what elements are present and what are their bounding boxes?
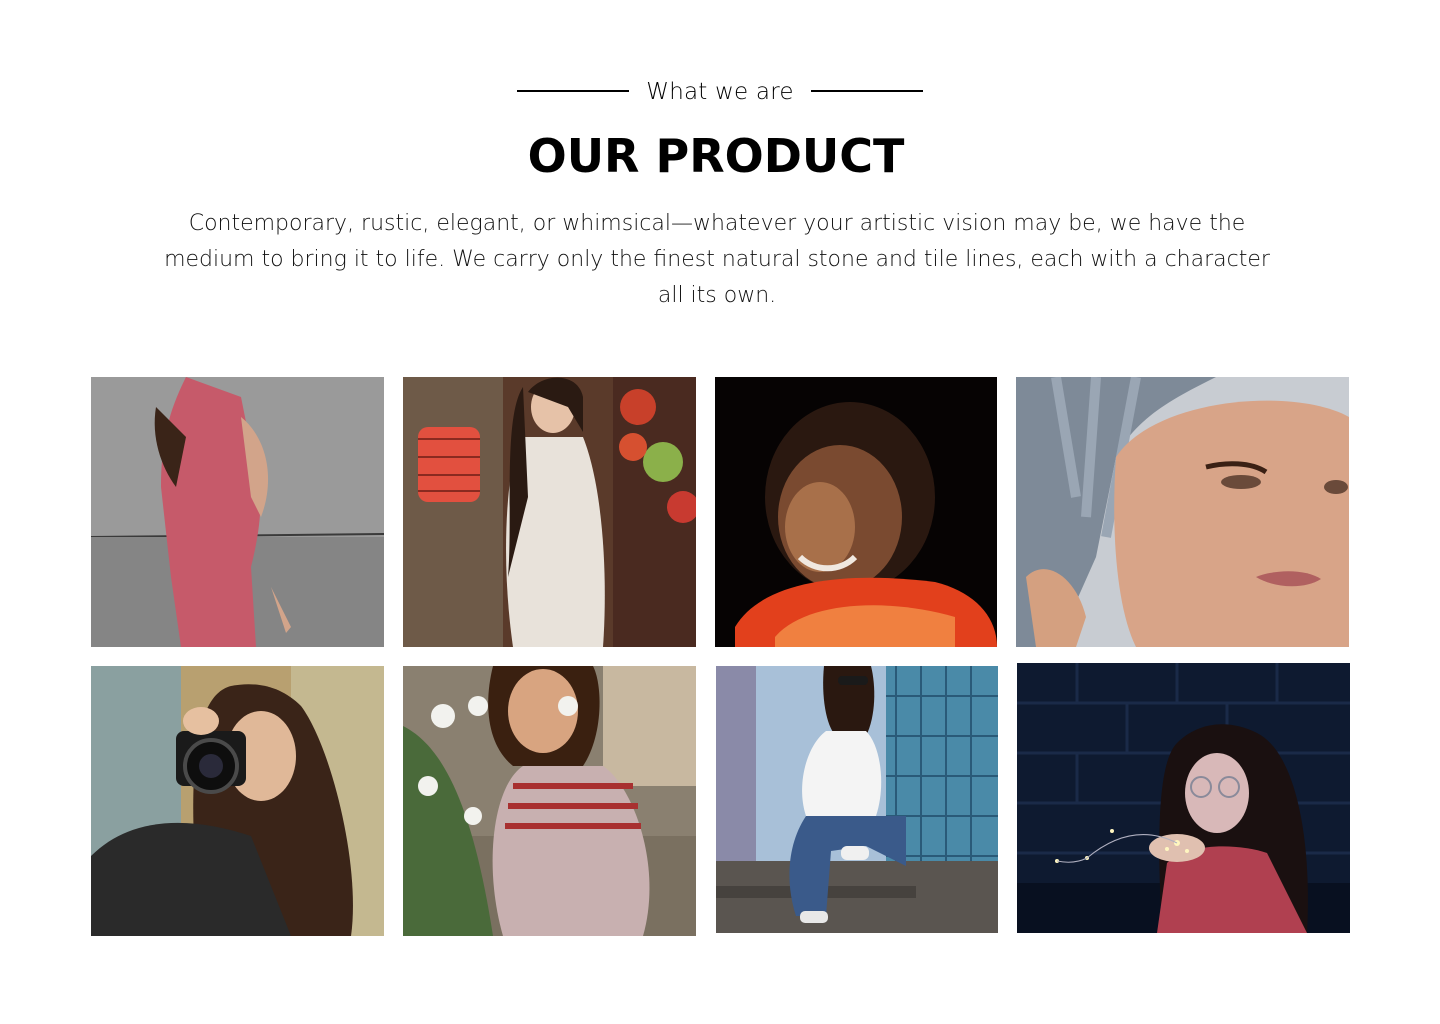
gallery-photo-pink-dress[interactable] xyxy=(91,377,384,647)
gallery-photo-paper-lantern[interactable] xyxy=(403,377,696,647)
product-section: What we are OUR PRODUCT Contemporary, ru… xyxy=(0,0,1440,1024)
photo-image xyxy=(715,377,997,647)
gallery-photo-stairs[interactable] xyxy=(716,666,998,933)
photo-image xyxy=(403,377,696,647)
photo-image xyxy=(1017,663,1350,933)
section-eyebrow: What we are xyxy=(0,76,1440,108)
eyebrow-divider-left xyxy=(517,90,629,92)
eyebrow-label: What we are xyxy=(646,79,794,105)
photo-image xyxy=(91,377,384,647)
photo-image xyxy=(1016,377,1349,647)
section-description: Contemporary, rustic, elegant, or whimsi… xyxy=(164,211,1270,308)
gallery-photo-towel-portrait[interactable] xyxy=(1016,377,1349,647)
photo-image xyxy=(91,666,384,936)
photo-image xyxy=(716,666,998,933)
photo-image xyxy=(403,666,696,936)
gallery-photo-camera[interactable] xyxy=(91,666,384,936)
section-title: OUR PRODUCT xyxy=(527,129,905,183)
eyebrow-divider-right xyxy=(811,90,923,92)
gallery-photo-warm-light-portrait[interactable] xyxy=(715,377,997,647)
gallery-photo-fairy-lights[interactable] xyxy=(1017,663,1350,933)
gallery-photo-flowers[interactable] xyxy=(403,666,696,936)
